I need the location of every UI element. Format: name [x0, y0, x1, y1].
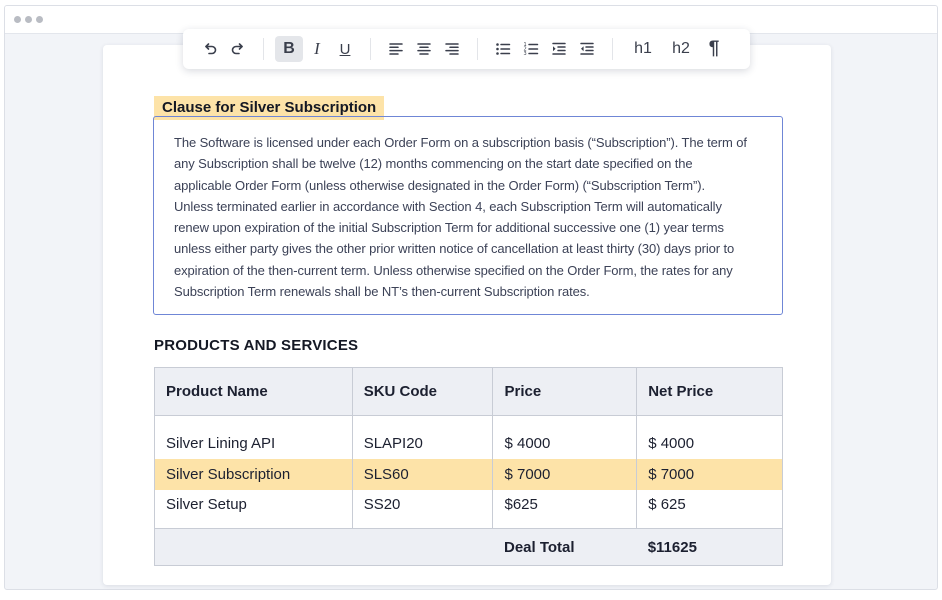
products-heading: PRODUCTS AND SERVICES — [154, 337, 359, 354]
undo-icon — [202, 41, 218, 57]
paragraph-icon: ¶ — [708, 38, 720, 59]
net-price-cell: $ 4000 — [636, 415, 783, 459]
bullet-list-icon — [495, 41, 511, 57]
product-name-cell: Silver Subscription — [154, 458, 353, 490]
heading-1-button[interactable]: h1 — [624, 36, 662, 62]
sku-code-cell: SS20 — [351, 489, 493, 529]
table-row-highlighted[interactable]: Silver Subscription SLS60 $ 7000 $ 7000 — [154, 458, 783, 490]
heading-2-button[interactable]: h2 — [662, 36, 700, 62]
window-dot-icon — [14, 16, 21, 23]
bold-button[interactable]: B — [275, 36, 303, 62]
clause-line: expiration of the then-current term. Unl… — [174, 262, 733, 278]
column-header-product-name: Product Name — [154, 367, 353, 416]
table-row[interactable]: Silver Lining API SLAPI20 $ 4000 $ 4000 — [154, 415, 783, 459]
empty-cell — [352, 528, 493, 566]
indent-icon — [551, 41, 567, 57]
sku-code-cell: SLS60 — [351, 458, 493, 490]
price-cell: $625 — [492, 489, 637, 529]
column-header-sku-code: SKU Code — [351, 367, 493, 416]
heading-1-label: h1 — [634, 40, 652, 57]
deal-total-row: Deal Total $11625 — [154, 528, 783, 566]
align-left-icon — [388, 41, 404, 57]
italic-label: I — [314, 39, 320, 58]
heading-2-label: h2 — [672, 40, 690, 57]
numbered-list-icon: 123 — [523, 41, 539, 57]
toolbar-divider — [263, 38, 264, 60]
svg-text:3: 3 — [524, 51, 527, 57]
italic-button[interactable]: I — [303, 36, 331, 62]
clause-line: The Software is licensed under each Orde… — [174, 135, 747, 150]
product-name-cell: Silver Lining API — [154, 415, 353, 459]
align-right-button[interactable] — [438, 36, 466, 62]
window-dot-icon — [25, 16, 32, 23]
column-header-net-price: Net Price — [636, 367, 783, 416]
redo-button[interactable] — [224, 36, 252, 62]
price-cell: $ 7000 — [492, 458, 637, 490]
clause-line: Subscription Term renewals shall be NT’s… — [174, 284, 590, 300]
sku-code-cell: SLAPI20 — [351, 415, 493, 459]
table-row[interactable]: Silver Setup SS20 $625 $ 625 — [154, 489, 783, 529]
align-center-icon — [416, 41, 432, 57]
deal-total-label: Deal Total — [492, 528, 637, 566]
clause-line: applicable Order Form (unless otherwise … — [174, 177, 705, 193]
bullet-list-button[interactable] — [489, 36, 517, 62]
table-header-row: Product Name SKU Code Price Net Price — [154, 367, 783, 416]
underline-label: U — [339, 40, 351, 58]
clause-line: Unless terminated earlier in accordance … — [174, 198, 722, 214]
toolbar-divider — [477, 38, 478, 60]
underline-button[interactable]: U — [331, 36, 359, 62]
clause-editor[interactable]: The Software is licensed under each Orde… — [153, 116, 783, 315]
align-right-icon — [444, 41, 460, 57]
toolbar-divider — [612, 38, 613, 60]
numbered-list-button[interactable]: 123 — [517, 36, 545, 62]
window-dot-icon — [36, 16, 43, 23]
clause-line: any Subscription shall be twelve (12) mo… — [174, 156, 693, 172]
paragraph-button[interactable]: ¶ — [700, 36, 728, 62]
net-price-cell: $ 625 — [636, 489, 783, 529]
clause-line: renew upon expiration of the initial Sub… — [174, 220, 724, 236]
bold-label: B — [283, 40, 295, 57]
indent-button[interactable] — [545, 36, 573, 62]
column-header-price: Price — [492, 367, 637, 416]
net-price-cell: $ 7000 — [636, 458, 783, 490]
deal-total-value: $11625 — [636, 528, 783, 566]
empty-cell — [154, 528, 353, 566]
outdent-button[interactable] — [573, 36, 601, 62]
align-left-button[interactable] — [382, 36, 410, 62]
clause-line: unless either party gives the other prio… — [174, 241, 735, 257]
toolbar-divider — [370, 38, 371, 60]
redo-icon — [230, 41, 246, 57]
formatting-toolbar: B I U 123 h1 h2 ¶ — [183, 29, 750, 69]
undo-button[interactable] — [196, 36, 224, 62]
product-name-cell: Silver Setup — [154, 489, 353, 529]
outdent-icon — [579, 41, 595, 57]
clause-text: The Software is licensed under each Orde… — [174, 132, 762, 302]
products-table: Product Name SKU Code Price Net Price Si… — [154, 367, 783, 566]
price-cell: $ 4000 — [492, 415, 637, 459]
align-center-button[interactable] — [410, 36, 438, 62]
